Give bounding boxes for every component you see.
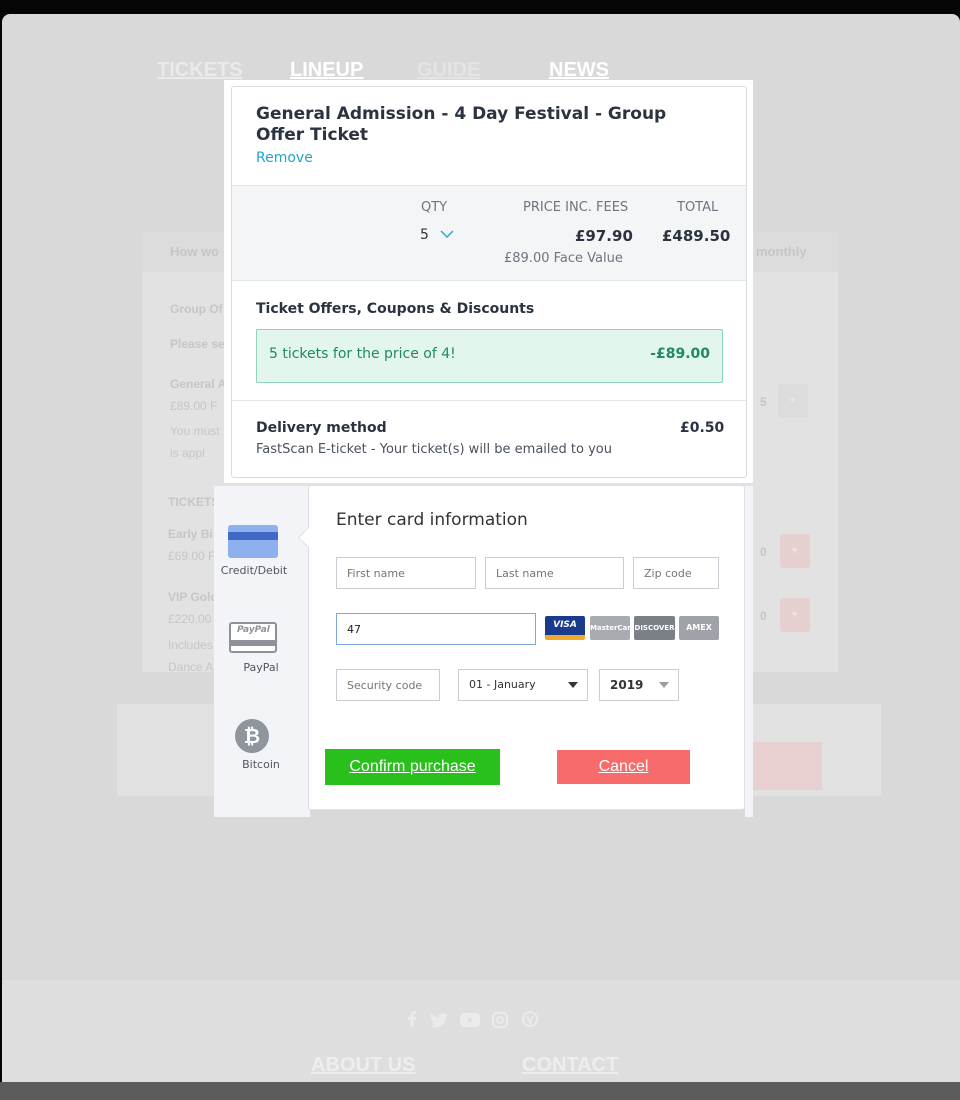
expiry-year-select[interactable]: 2019	[599, 669, 679, 701]
background-line: Group Of	[170, 302, 223, 316]
cancel-button[interactable]: Cancel	[557, 750, 690, 784]
background-line: Please se	[170, 337, 225, 351]
bitcoin-icon: ₿	[235, 719, 269, 753]
background-header-right: monthly	[756, 244, 807, 259]
browser-window: TICKETS LINEUP GUIDE NEWS How wo monthly…	[2, 14, 960, 1100]
background-line: Includes	[168, 638, 213, 652]
background-qty: 5	[760, 395, 767, 409]
background-line: £89.00 F	[170, 399, 218, 413]
nav-news[interactable]: NEWS	[549, 59, 609, 82]
card-information-form: Enter card information VISA MasterCard D…	[308, 485, 745, 810]
card-number-field[interactable]	[336, 613, 536, 645]
background-line: Early Bi	[168, 527, 213, 541]
delivery-price: £0.50	[680, 420, 725, 436]
expiry-year-value: 2019	[610, 678, 644, 692]
discover-logo: DISCOVER	[634, 616, 675, 640]
offers-header: Ticket Offers, Coupons & Discounts	[256, 301, 535, 317]
offer-banner: 5 tickets for the price of 4! -£89.00	[256, 329, 723, 383]
chevron-down-icon	[440, 230, 454, 239]
qty-selector[interactable]: 5	[418, 226, 468, 248]
background-line: Dance A	[168, 660, 214, 674]
face-value: £89.00 Face Value	[504, 251, 623, 266]
background-qty: 0	[760, 609, 767, 623]
zip-code-field[interactable]	[633, 557, 719, 589]
footer-contact[interactable]: CONTACT	[522, 1054, 618, 1077]
confirm-purchase-button[interactable]: Confirm purchase	[325, 749, 500, 785]
price-header: PRICE INC. FEES	[523, 200, 629, 215]
background-plus-button[interactable]: +	[780, 598, 810, 632]
background-line: £220.00	[168, 612, 212, 626]
ticket-summary-inner: General Admission - 4 Day Festival - Gro…	[231, 86, 747, 478]
delivery-header: Delivery method	[256, 420, 387, 436]
page-footer: ABOUT US CONTACT	[2, 980, 960, 1082]
remove-link[interactable]: Remove	[256, 150, 313, 166]
payment-panel-edge	[745, 486, 753, 817]
youtube-icon[interactable]	[460, 1013, 480, 1027]
vine-icon[interactable]	[522, 1011, 538, 1028]
background-line: TICKETS	[168, 495, 220, 509]
payment-method-bitcoin[interactable]: ₿ Bitcoin	[214, 716, 310, 778]
form-title: Enter card information	[336, 510, 528, 530]
payment-method-credit[interactable]: Credit/Debit	[214, 522, 310, 582]
background-header-left: How wo	[170, 244, 220, 259]
footer-about-us[interactable]: ABOUT US	[311, 1054, 415, 1077]
qty-value: 5	[420, 227, 429, 243]
payment-method-paypal[interactable]: PayPal PayPal	[214, 619, 310, 681]
nav-guide[interactable]: GUIDE	[417, 59, 480, 82]
mastercard-logo: MasterCard	[590, 616, 636, 640]
security-code-field[interactable]	[336, 669, 440, 701]
dropdown-arrow-icon	[659, 682, 669, 688]
qty-header: QTY	[421, 200, 448, 215]
expiry-month-select[interactable]: 01 - January	[458, 669, 588, 701]
bottom-bar	[0, 1082, 960, 1100]
background-qty: 0	[760, 545, 767, 559]
twitter-icon[interactable]	[430, 1013, 448, 1028]
background-line: is appl	[170, 446, 205, 460]
delivery-description: FastScan E-ticket - Your ticket(s) will …	[256, 442, 612, 457]
background-line: You must	[170, 424, 220, 438]
divider	[232, 400, 746, 401]
ticket-pricing-row: QTY PRICE INC. FEES TOTAL 5 £97.90 £489.…	[232, 185, 746, 281]
credit-card-icon	[228, 525, 278, 558]
payment-method-label: Bitcoin	[242, 758, 280, 771]
payment-method-label: Credit/Debit	[220, 564, 288, 577]
instagram-icon[interactable]	[492, 1012, 508, 1028]
visa-logo: VISA	[545, 616, 585, 640]
amex-logo: AMEX	[679, 616, 719, 640]
background-line: £69.00 F	[168, 549, 216, 563]
last-name-field[interactable]	[485, 557, 624, 589]
payment-methods-sidebar: Credit/Debit PayPal PayPal ₿ Bitcoin	[214, 486, 310, 817]
total-value: £489.50	[662, 227, 731, 245]
background-line: VIP Gold	[168, 590, 218, 604]
offer-amount: -£89.00	[650, 346, 710, 362]
total-header: TOTAL	[677, 200, 719, 215]
background-line: General A	[170, 377, 227, 391]
offer-text: 5 tickets for the price of 4!	[269, 346, 456, 362]
ticket-title: General Admission - 4 Day Festival - Gro…	[256, 104, 667, 145]
expiry-month-value: 01 - January	[469, 678, 536, 691]
nav-tickets[interactable]: TICKETS	[157, 59, 243, 82]
nav-lineup[interactable]: LINEUP	[290, 59, 363, 82]
background-plus-button[interactable]: +	[780, 534, 810, 568]
first-name-field[interactable]	[336, 557, 476, 589]
facebook-icon[interactable]	[407, 1011, 417, 1027]
price-value: £97.90	[575, 227, 633, 245]
paypal-icon: PayPal	[229, 622, 277, 653]
payment-method-label: PayPal	[243, 661, 279, 674]
dropdown-arrow-icon	[568, 682, 578, 688]
background-plus-button[interactable]: +	[778, 384, 808, 418]
ticket-summary-card: General Admission - 4 Day Festival - Gro…	[224, 80, 753, 483]
